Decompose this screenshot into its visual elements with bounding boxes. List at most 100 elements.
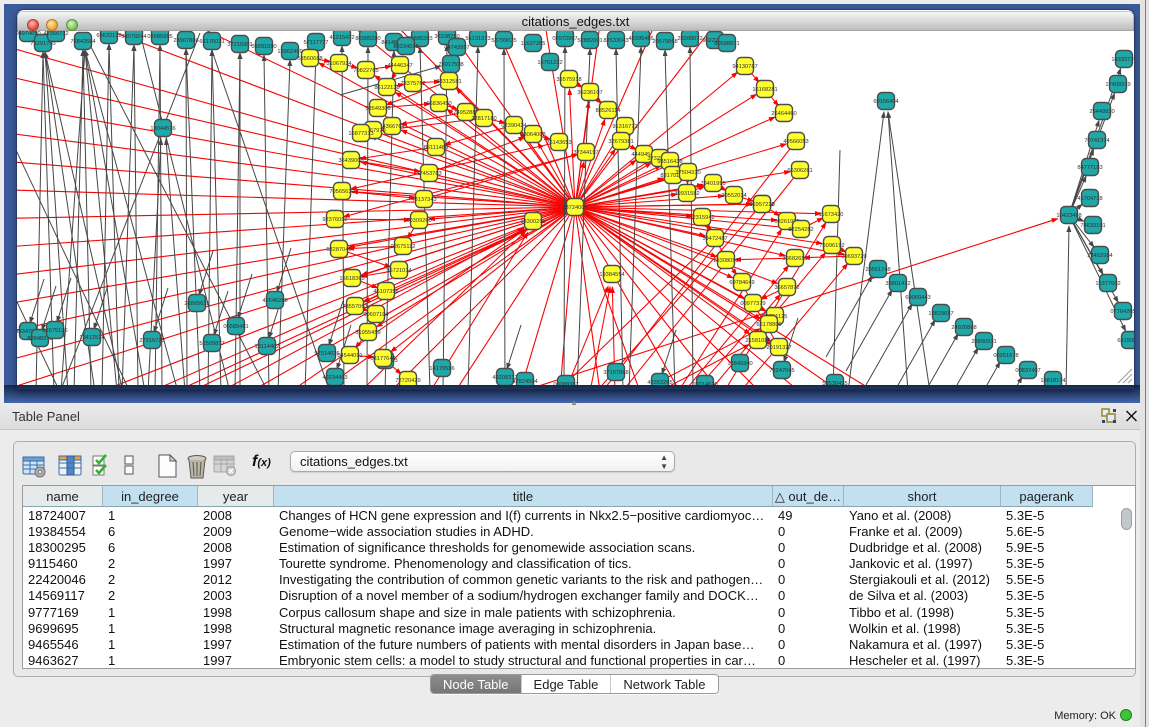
svg-text:86111489: 86111489 (424, 145, 448, 151)
svg-text:55721014: 55721014 (386, 268, 411, 274)
svg-text:20191327: 20191327 (766, 345, 791, 351)
svg-text:18724007: 18724007 (562, 205, 587, 211)
svg-text:94130787: 94130787 (732, 64, 757, 70)
svg-text:52882001: 52882001 (577, 38, 602, 44)
svg-text:23308051: 23308051 (713, 258, 738, 264)
svg-text:26464460: 26464460 (771, 111, 796, 117)
svg-text:78375762: 78375762 (400, 81, 425, 87)
svg-text:53560688: 53560688 (297, 56, 322, 62)
svg-text:13412524: 13412524 (79, 335, 104, 341)
svg-text:18300295: 18300295 (520, 219, 545, 225)
svg-text:16877313: 16877313 (348, 131, 373, 137)
svg-text:75096192: 75096192 (819, 243, 844, 249)
svg-text:47453783: 47453783 (416, 171, 441, 177)
svg-text:21581086: 21581086 (745, 338, 770, 344)
svg-text:70565630: 70565630 (329, 189, 354, 195)
svg-text:10423468: 10423468 (1056, 213, 1081, 219)
svg-text:66176031: 66176031 (199, 39, 224, 45)
svg-text:82254282: 82254282 (788, 227, 813, 233)
svg-text:61675136: 61675136 (42, 328, 67, 334)
svg-text:28907866: 28907866 (173, 38, 198, 44)
svg-text:78017598: 78017598 (438, 62, 463, 68)
svg-text:93516438: 93516438 (657, 159, 682, 165)
svg-text:00837407: 00837407 (1015, 368, 1040, 374)
svg-text:14333776: 14333776 (1111, 57, 1134, 63)
svg-text:33801412: 33801412 (885, 281, 910, 287)
svg-text:07764265: 07764265 (1110, 309, 1134, 315)
svg-text:69156404: 69156404 (873, 99, 898, 105)
svg-text:30682651: 30682651 (782, 256, 807, 262)
svg-text:13962459: 13962459 (277, 49, 302, 55)
svg-text:65178800: 65178800 (756, 322, 781, 328)
svg-text:47824504: 47824504 (512, 379, 537, 385)
svg-text:22817180: 22817180 (471, 116, 496, 122)
svg-text:58530435: 58530435 (822, 381, 847, 385)
svg-text:16957220: 16957220 (749, 202, 774, 208)
svg-text:25449920: 25449920 (1089, 109, 1114, 115)
svg-text:57117777: 57117777 (304, 40, 329, 46)
svg-text:65150556: 65150556 (1117, 338, 1134, 344)
svg-text:83312581: 83312581 (436, 79, 461, 85)
svg-text:16761222: 16761222 (537, 60, 562, 66)
svg-text:31067924: 31067924 (326, 61, 351, 67)
svg-text:06589481: 06589481 (223, 324, 248, 330)
svg-text:00977379: 00977379 (740, 301, 765, 307)
svg-text:36439008: 36439008 (338, 158, 363, 164)
svg-text:86122138: 86122138 (374, 85, 399, 91)
svg-text:09281590: 09281590 (251, 44, 276, 50)
svg-text:20561748: 20561748 (865, 267, 890, 273)
svg-text:30552034: 30552034 (721, 193, 746, 199)
svg-text:37215901: 37215901 (227, 42, 252, 48)
svg-text:79401995: 79401995 (700, 181, 725, 187)
svg-text:72720429: 72720429 (395, 378, 420, 384)
svg-text:37504310: 37504310 (675, 170, 700, 176)
svg-text:70822765: 70822765 (353, 68, 378, 74)
svg-text:39693729: 39693729 (841, 254, 866, 260)
svg-text:02390424: 02390424 (501, 123, 526, 129)
svg-text:15618365: 15618365 (339, 276, 364, 282)
svg-text:80334018: 80334018 (393, 44, 418, 50)
svg-text:70741374: 70741374 (1084, 138, 1109, 144)
svg-text:46107358: 46107358 (373, 289, 398, 295)
svg-text:60309260: 60309260 (406, 218, 431, 224)
svg-text:74633191: 74633191 (1080, 223, 1105, 229)
svg-text:20579868: 20579868 (652, 39, 677, 45)
svg-text:88526114: 88526114 (596, 108, 621, 114)
svg-text:28452984: 28452984 (1087, 253, 1112, 259)
svg-text:19829657: 19829657 (928, 311, 953, 317)
svg-text:27316723: 27316723 (139, 338, 164, 344)
svg-text:33079244: 33079244 (121, 34, 146, 40)
svg-text:18818174: 18818174 (1040, 378, 1065, 384)
svg-text:04544091: 04544091 (337, 353, 362, 359)
svg-text:36657872: 36657872 (774, 285, 799, 291)
svg-text:51505877: 51505877 (199, 341, 224, 347)
svg-text:37344197: 37344197 (573, 150, 598, 156)
svg-text:42315942: 42315942 (689, 215, 714, 221)
svg-text:40234483: 40234483 (322, 375, 347, 381)
svg-text:02014620: 02014620 (692, 382, 717, 385)
svg-text:60607104: 60607104 (363, 312, 388, 318)
svg-text:83064003: 83064003 (520, 132, 545, 138)
svg-text:55131373: 55131373 (465, 36, 490, 42)
svg-text:39931582: 39931582 (674, 191, 699, 197)
svg-text:92376092: 92376092 (322, 217, 347, 223)
svg-text:02675112: 02675112 (391, 244, 416, 250)
svg-text:35575918: 35575918 (556, 77, 581, 83)
svg-text:24920868: 24920868 (951, 325, 976, 331)
svg-text:91316772: 91316772 (612, 124, 637, 130)
svg-text:16168281: 16168281 (752, 87, 777, 93)
svg-text:14170586: 14170586 (429, 366, 454, 372)
svg-text:48137343: 48137343 (411, 197, 436, 203)
svg-text:42366712: 42366712 (43, 31, 68, 37)
svg-text:15377602: 15377602 (1095, 281, 1120, 287)
svg-text:80588871: 80588871 (714, 41, 739, 47)
svg-text:11637265: 11637265 (521, 41, 546, 47)
svg-text:82633043: 82633043 (603, 38, 628, 44)
svg-text:17409319: 17409319 (1105, 82, 1130, 88)
svg-text:43353265: 43353265 (647, 380, 672, 385)
svg-text:72247045: 72247045 (769, 368, 794, 374)
svg-text:76842684: 76842684 (70, 39, 95, 45)
svg-text:04743957: 04743957 (444, 45, 469, 51)
svg-text:48395486: 48395486 (628, 36, 653, 42)
svg-text:03177646: 03177646 (370, 356, 395, 362)
